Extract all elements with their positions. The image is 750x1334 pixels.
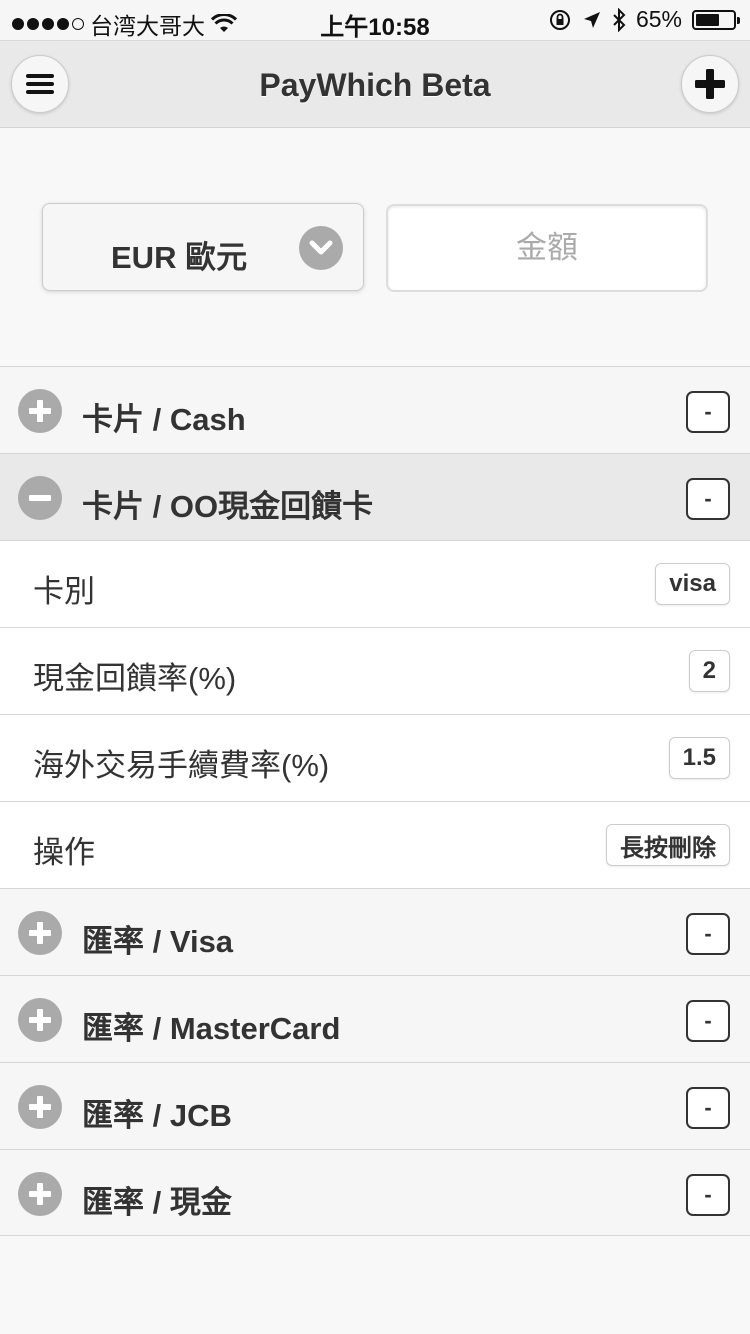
amount-input[interactable] xyxy=(386,204,708,292)
app-header: PayWhich Beta xyxy=(0,40,750,128)
detail-row-cashback-rate[interactable]: 現金回饋率(%) 2 xyxy=(0,627,750,714)
expand-plus-icon xyxy=(18,389,62,433)
expand-plus-icon xyxy=(18,998,62,1042)
section-card-oo-cashback[interactable]: 卡片 / OO現金回饋卡 - xyxy=(0,453,750,540)
detail-label: 現金回饋率(%) xyxy=(33,661,237,696)
count-badge: - xyxy=(686,478,730,520)
location-arrow-icon xyxy=(583,11,600,28)
section-title: 卡片 / OO現金回饋卡 xyxy=(82,489,374,524)
expand-plus-icon xyxy=(18,1172,62,1216)
add-button[interactable] xyxy=(681,55,739,113)
section-rate-visa[interactable]: 匯率 / Visa - xyxy=(0,888,750,975)
count-badge: - xyxy=(686,391,730,433)
detail-row-foreign-fee-rate[interactable]: 海外交易手續費率(%) 1.5 xyxy=(0,714,750,801)
conversion-form: EUR 歐元 xyxy=(0,128,750,366)
section-title: 匯率 / Visa xyxy=(82,924,234,959)
section-title: 匯率 / MasterCard xyxy=(82,1011,341,1046)
section-card-cash[interactable]: 卡片 / Cash - xyxy=(0,366,750,453)
expand-plus-icon xyxy=(18,1085,62,1129)
section-title: 卡片 / Cash xyxy=(82,402,246,437)
count-badge: - xyxy=(686,1000,730,1042)
count-badge: - xyxy=(686,1087,730,1129)
detail-value: 2 xyxy=(688,650,730,692)
battery-icon xyxy=(692,9,740,30)
detail-label: 操作 xyxy=(33,835,95,870)
section-rate-mastercard[interactable]: 匯率 / MasterCard - xyxy=(0,975,750,1062)
count-badge: - xyxy=(686,913,730,955)
currency-select-value: EUR 歐元 xyxy=(111,240,248,275)
expand-plus-icon xyxy=(18,911,62,955)
currency-select[interactable]: EUR 歐元 xyxy=(42,203,364,291)
detail-row-card-type[interactable]: 卡別 visa xyxy=(0,540,750,627)
page-title: PayWhich Beta xyxy=(259,67,491,103)
orientation-lock-icon xyxy=(549,9,570,30)
section-rate-cash[interactable]: 匯率 / 現金 - xyxy=(0,1149,750,1236)
detail-value: visa xyxy=(655,563,730,605)
detail-label: 卡別 xyxy=(33,574,95,609)
collapse-minus-icon xyxy=(18,476,62,520)
plus-icon xyxy=(695,69,725,99)
section-title: 匯率 / JCB xyxy=(82,1098,232,1133)
section-rate-jcb[interactable]: 匯率 / JCB - xyxy=(0,1062,750,1149)
bluetooth-icon xyxy=(613,7,626,32)
status-bar: 台湾大哥大 上午10:58 65% xyxy=(0,0,750,41)
count-badge: - xyxy=(686,1174,730,1216)
card-list: 卡片 / Cash - 卡片 / OO現金回饋卡 - 卡別 visa 現金回饋率… xyxy=(0,366,750,1236)
long-press-delete-button[interactable]: 長按刪除 xyxy=(606,824,730,866)
detail-value: 1.5 xyxy=(668,737,730,779)
section-title: 匯率 / 現金 xyxy=(82,1185,232,1220)
battery-percent: 65% xyxy=(635,6,682,32)
chevron-down-icon xyxy=(299,226,343,270)
detail-label: 海外交易手續費率(%) xyxy=(33,748,330,783)
detail-row-action[interactable]: 操作 長按刪除 xyxy=(0,801,750,888)
